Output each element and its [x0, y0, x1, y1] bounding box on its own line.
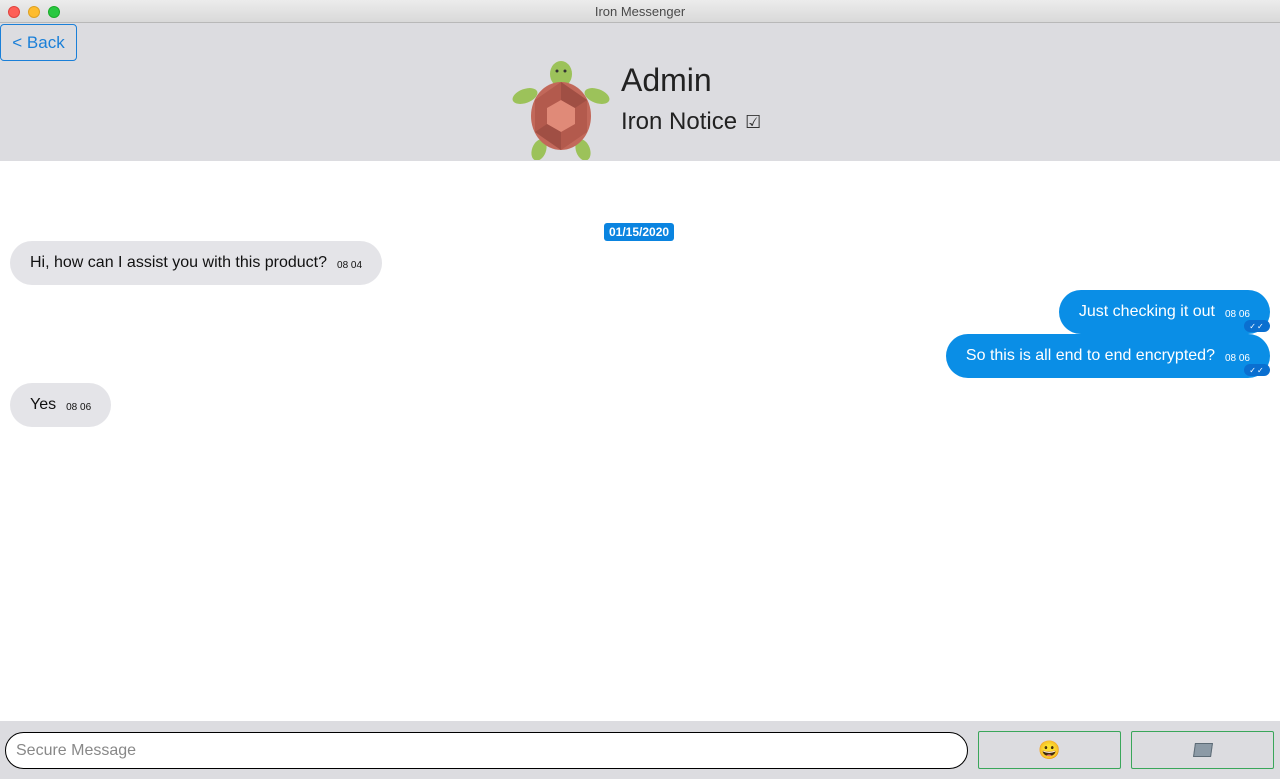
verified-check-icon: ☑ [745, 111, 762, 132]
secure-message-input[interactable] [5, 732, 968, 769]
contact-name: Admin [621, 62, 712, 98]
back-button[interactable]: < Back [0, 24, 77, 61]
title-bar: Iron Messenger [0, 0, 1280, 23]
message-text: So this is all end to end encrypted? [965, 347, 1215, 364]
attach-file-button[interactable] [1131, 731, 1274, 769]
outgoing-message[interactable]: Just checking it out 08 06 ✓✓ [1058, 290, 1270, 334]
incoming-message[interactable]: Yes 08 06 [10, 383, 112, 427]
message-text: Yes [30, 396, 57, 413]
window-title: Iron Messenger [594, 4, 686, 19]
turtle-icon [512, 61, 610, 160]
composer-bar: 😀 [0, 721, 1280, 779]
contact-subtitle: Iron Notice [621, 108, 738, 135]
message-text: Just checking it out [1078, 303, 1215, 320]
read-receipt-icon: ✓✓ [1244, 364, 1270, 376]
folder-icon [1192, 743, 1213, 757]
smiley-icon: 😀 [1038, 739, 1061, 760]
contact-subtitle-row: Iron Notice ☑ [621, 108, 761, 136]
message-list[interactable]: 01/15/2020 Hi, how can I assist you with… [0, 161, 1280, 721]
message-text: Hi, how can I assist you with this produ… [30, 254, 328, 271]
emoji-button[interactable]: 😀 [978, 731, 1121, 769]
chat-header: < Back Admin Iron Notice ☑ [0, 23, 1280, 161]
date-badge: 01/15/2020 [604, 223, 675, 241]
incoming-message[interactable]: Hi, how can I assist you with this produ… [10, 241, 383, 285]
message-time: 08 06 [66, 401, 92, 413]
message-time: 08 06 [1224, 352, 1250, 364]
message-time: 08 04 [337, 259, 363, 271]
outgoing-message[interactable]: So this is all end to end encrypted? 08 … [945, 334, 1270, 378]
read-receipt-icon: ✓✓ [1244, 320, 1270, 332]
message-time: 08 06 [1224, 308, 1250, 320]
